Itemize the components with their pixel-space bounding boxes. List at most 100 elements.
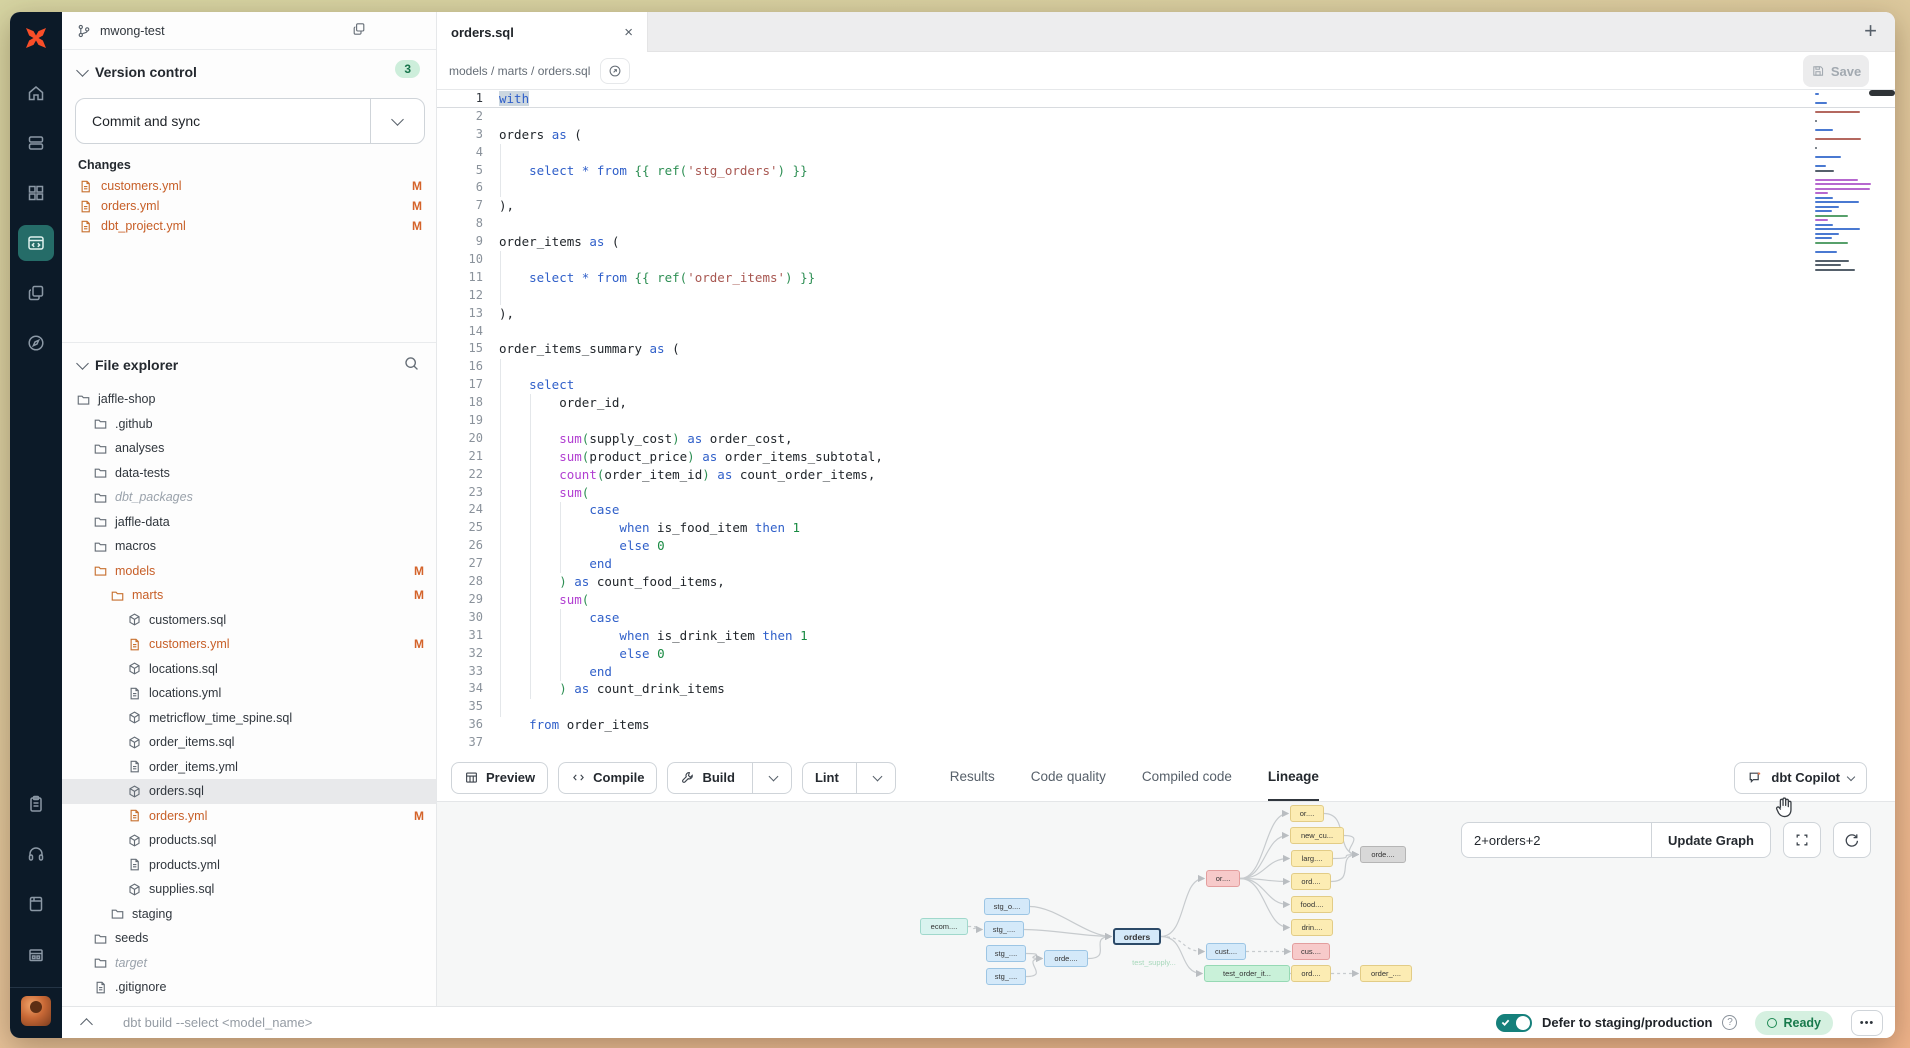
status-badge[interactable]: Ready [1755,1011,1833,1035]
tree-item-locations-yml[interactable]: locations.yml [62,681,436,706]
code-line[interactable]: 29 sum( [437,591,1895,609]
lineage-node-stg3[interactable]: stg_.... [986,945,1026,962]
tab-orders-sql[interactable]: orders.sql × [437,12,648,52]
tree-item-locations-sql[interactable]: locations.sql [62,657,436,682]
tree-item-seeds[interactable]: seeds [62,926,436,951]
code-line[interactable]: 26 else 0 [437,537,1895,555]
lineage-node-yord[interactable]: ord.... [1291,873,1331,890]
nav-changelog[interactable] [18,786,54,822]
nav-support[interactable] [18,836,54,872]
tree-item-supplies-sql[interactable]: supplies.sql [62,877,436,902]
code-line[interactable]: 34 ) as count_drink_items [437,680,1895,698]
code-line[interactable]: 9order_items as ( [437,233,1895,251]
fullscreen-button[interactable] [1783,822,1821,858]
nav-explore[interactable] [18,325,54,361]
tab-lineage[interactable]: Lineage [1268,754,1319,801]
defer-toggle[interactable] [1496,1014,1532,1032]
code-line[interactable]: 23 sum( [437,484,1895,502]
lineage-node-yor[interactable]: or.... [1290,805,1324,822]
lineage-node-yorder2[interactable]: order_.... [1360,965,1412,982]
nav-apps[interactable] [18,175,54,211]
code-line[interactable]: 33 end [437,663,1895,681]
code-line[interactable]: 25 when is_food_item then 1 [437,519,1895,537]
change-row[interactable]: dbt_project.ymlM [62,216,436,236]
command-input[interactable]: dbt build --select <model_name> [123,1015,1486,1030]
minimap[interactable] [1815,93,1879,273]
tree-item-target[interactable]: target [62,951,436,976]
tree-item-staging[interactable]: staging [62,902,436,927]
lineage-node-cuspink[interactable]: cus.... [1292,943,1330,960]
code-line[interactable]: 18 order_id, [437,394,1895,412]
code-line[interactable]: 21 sum(product_price) as order_items_sub… [437,448,1895,466]
lineage-node-cust[interactable]: cust.... [1206,943,1246,960]
tab-compiled-code[interactable]: Compiled code [1142,754,1232,801]
dbt-logo[interactable] [20,22,52,54]
code-line[interactable]: 5 select * from {{ ref('stg_orders') }} [437,162,1895,180]
tree-item-customers-sql[interactable]: customers.sql [62,608,436,633]
code-line[interactable]: 11 select * from {{ ref('order_items') }… [437,269,1895,287]
lineage-node-yfood[interactable]: food.... [1291,896,1333,913]
change-row[interactable]: orders.ymlM [62,196,436,216]
code-line[interactable]: 16 [437,358,1895,376]
code-line[interactable]: 20 sum(supply_cost) as order_cost, [437,430,1895,448]
tree-item-data-tests[interactable]: data-tests [62,461,436,486]
code-line[interactable]: 22 count(order_item_id) as count_order_i… [437,466,1895,484]
code-line[interactable]: 3orders as ( [437,126,1895,144]
code-line[interactable]: 27 end [437,555,1895,573]
code-line[interactable]: 1with [437,90,1895,108]
version-control-header[interactable]: Version control 3 [62,50,436,88]
tree-item-jaffle-shop[interactable]: jaffle-shop [62,387,436,412]
nav-marketplace[interactable] [18,936,54,972]
code-line[interactable]: 8 [437,215,1895,233]
lineage-node-stgo[interactable]: stg_o.... [984,898,1030,915]
code-line[interactable]: 4 [437,144,1895,162]
code-line[interactable]: 37 [437,734,1895,752]
lineage-node-orders[interactable]: orders [1113,928,1161,945]
code-line[interactable]: 2 [437,108,1895,126]
lineage-node-orpink[interactable]: or.... [1206,870,1240,887]
code-line[interactable]: 7), [437,197,1895,215]
tree-item-customers-yml[interactable]: customers.ymlM [62,632,436,657]
code-line[interactable]: 15order_items_summary as ( [437,340,1895,358]
code-line[interactable]: 32 else 0 [437,645,1895,663]
nav-docs[interactable] [18,886,54,922]
nav-ide[interactable] [18,225,54,261]
code-line[interactable]: 19 [437,412,1895,430]
lineage-node-stg2[interactable]: stg_.... [984,921,1024,938]
refresh-button[interactable] [1833,822,1871,858]
code-line[interactable]: 6 [437,179,1895,197]
tree-item-order-items-yml[interactable]: order_items.yml [62,755,436,780]
code-line[interactable]: 13), [437,305,1895,323]
close-icon[interactable]: × [624,25,633,40]
code-line[interactable]: 28 ) as count_food_items, [437,573,1895,591]
change-row[interactable]: customers.ymlM [62,176,436,196]
compile-button[interactable]: Compile [558,762,657,794]
commit-options-dropdown[interactable] [370,99,424,143]
code-line[interactable]: 24 case [437,501,1895,519]
preview-button[interactable]: Preview [451,762,548,794]
chevron-up-icon[interactable] [80,1018,93,1031]
lineage-node-ecom[interactable]: ecom.... [920,918,968,935]
commit-and-sync-button[interactable]: Commit and sync [75,98,425,144]
code-line[interactable]: 12 [437,287,1895,305]
lineage-node-yord2[interactable]: ord.... [1291,965,1331,982]
help-icon[interactable]: ? [1722,1015,1737,1030]
scrollbar-thumb[interactable] [1869,90,1895,96]
tree-item-orders-yml[interactable]: orders.ymlM [62,804,436,829]
more-options-button[interactable]: ••• [1851,1010,1883,1036]
lineage-panel[interactable]: Update Graph ecom....stg_o....stg_....st… [437,802,1895,1006]
tree-item--github[interactable]: .github [62,412,436,437]
chevron-down-icon[interactable] [769,771,779,781]
lineage-node-ydrin[interactable]: drin.... [1291,919,1333,936]
lineage-node-testoi[interactable]: test_order_it... [1204,965,1290,982]
lineage-node-grayorde[interactable]: orde.... [1360,846,1406,863]
tree-item--gitignore[interactable]: .gitignore [62,975,436,1000]
chevron-down-icon[interactable] [872,771,882,781]
tree-item-orders-sql[interactable]: orders.sql [62,779,436,804]
lineage-node-ylarg[interactable]: larg.... [1291,850,1333,867]
open-lineage-button[interactable] [600,58,630,84]
lineage-node-stg4[interactable]: stg_.... [986,968,1026,985]
code-line[interactable]: 35 [437,698,1895,716]
code-line[interactable]: 31 when is_drink_item then 1 [437,627,1895,645]
build-button[interactable]: Build [667,762,792,794]
